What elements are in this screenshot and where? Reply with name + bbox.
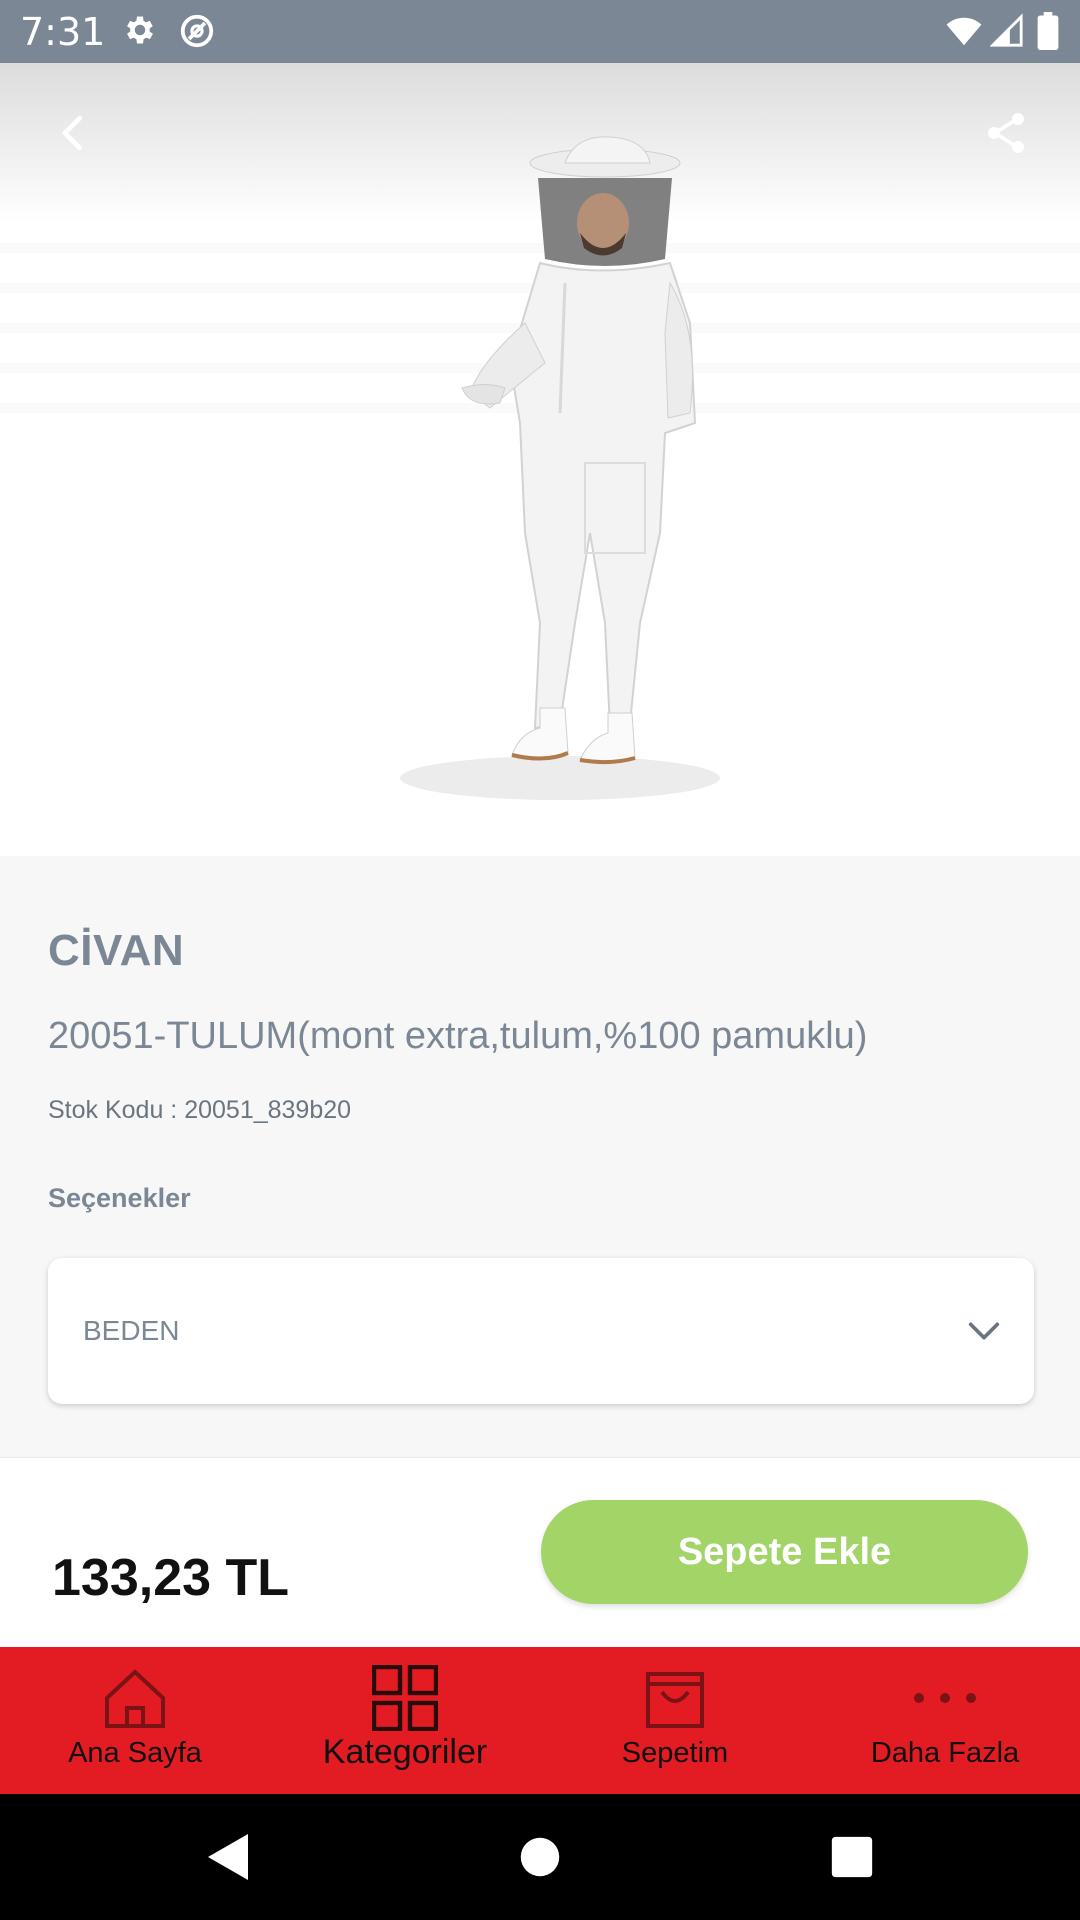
product-sku: Stok Kodu : 20051_839b20 — [48, 1096, 351, 1125]
system-nav-bar — [0, 1794, 1080, 1920]
status-bar: 7:31 — [0, 0, 1080, 63]
sku-value: 20051_839b20 — [184, 1096, 352, 1124]
nav-label-home: Ana Sayfa — [68, 1737, 202, 1769]
share-button[interactable] — [966, 93, 1046, 173]
sync-icon — [178, 12, 216, 55]
back-button[interactable] — [34, 93, 114, 173]
nav-item-categories[interactable]: Kategoriler — [270, 1647, 540, 1794]
signal-icon — [989, 12, 1024, 55]
shopping-bag-icon — [642, 1663, 708, 1733]
add-to-cart-button[interactable]: Sepete Ekle — [541, 1500, 1028, 1604]
nav-label-more: Daha Fazla — [870, 1737, 1020, 1769]
product-image[interactable] — [0, 63, 1080, 856]
home-icon — [101, 1663, 169, 1733]
purchase-bar: 133,23 TL Sepete Ekle — [0, 1457, 1080, 1647]
product-title: 20051-TULUM(mont extra,tulum,%100 pamukl… — [48, 1015, 868, 1057]
nav-label-categories: Kategoriler — [322, 1733, 488, 1771]
grid-icon — [372, 1663, 438, 1733]
gear-icon — [122, 12, 158, 53]
recents-square-icon[interactable] — [830, 1835, 874, 1884]
nav-item-home[interactable]: Ana Sayfa — [0, 1647, 270, 1794]
size-select[interactable]: BEDEN — [48, 1258, 1034, 1404]
nav-item-more[interactable]: Daha Fazla — [810, 1647, 1080, 1794]
options-label: Seçenekler — [48, 1183, 191, 1213]
back-triangle-icon[interactable] — [204, 1832, 252, 1887]
beekeeper-suit-illustration — [400, 136, 720, 800]
status-time: 7:31 — [20, 10, 106, 54]
chevron-left-icon — [62, 115, 82, 151]
nav-label-cart: Sepetim — [621, 1737, 729, 1769]
size-select-value: BEDEN — [83, 1315, 180, 1346]
sku-label: Stok Kodu : — [48, 1096, 178, 1124]
product-price: 133,23 TL — [52, 1549, 290, 1607]
share-icon — [988, 113, 1024, 153]
more-icon — [911, 1663, 979, 1733]
bottom-nav: Ana Sayfa Kategoriler Sepetim Daha Fazla — [0, 1647, 1080, 1794]
chevron-down-icon — [968, 1322, 1000, 1340]
battery-icon — [1036, 12, 1060, 55]
nav-item-cart[interactable]: Sepetim — [540, 1647, 810, 1794]
home-circle-icon[interactable] — [519, 1836, 561, 1883]
wifi-icon — [944, 12, 984, 55]
product-brand: CİVAN — [48, 926, 185, 975]
